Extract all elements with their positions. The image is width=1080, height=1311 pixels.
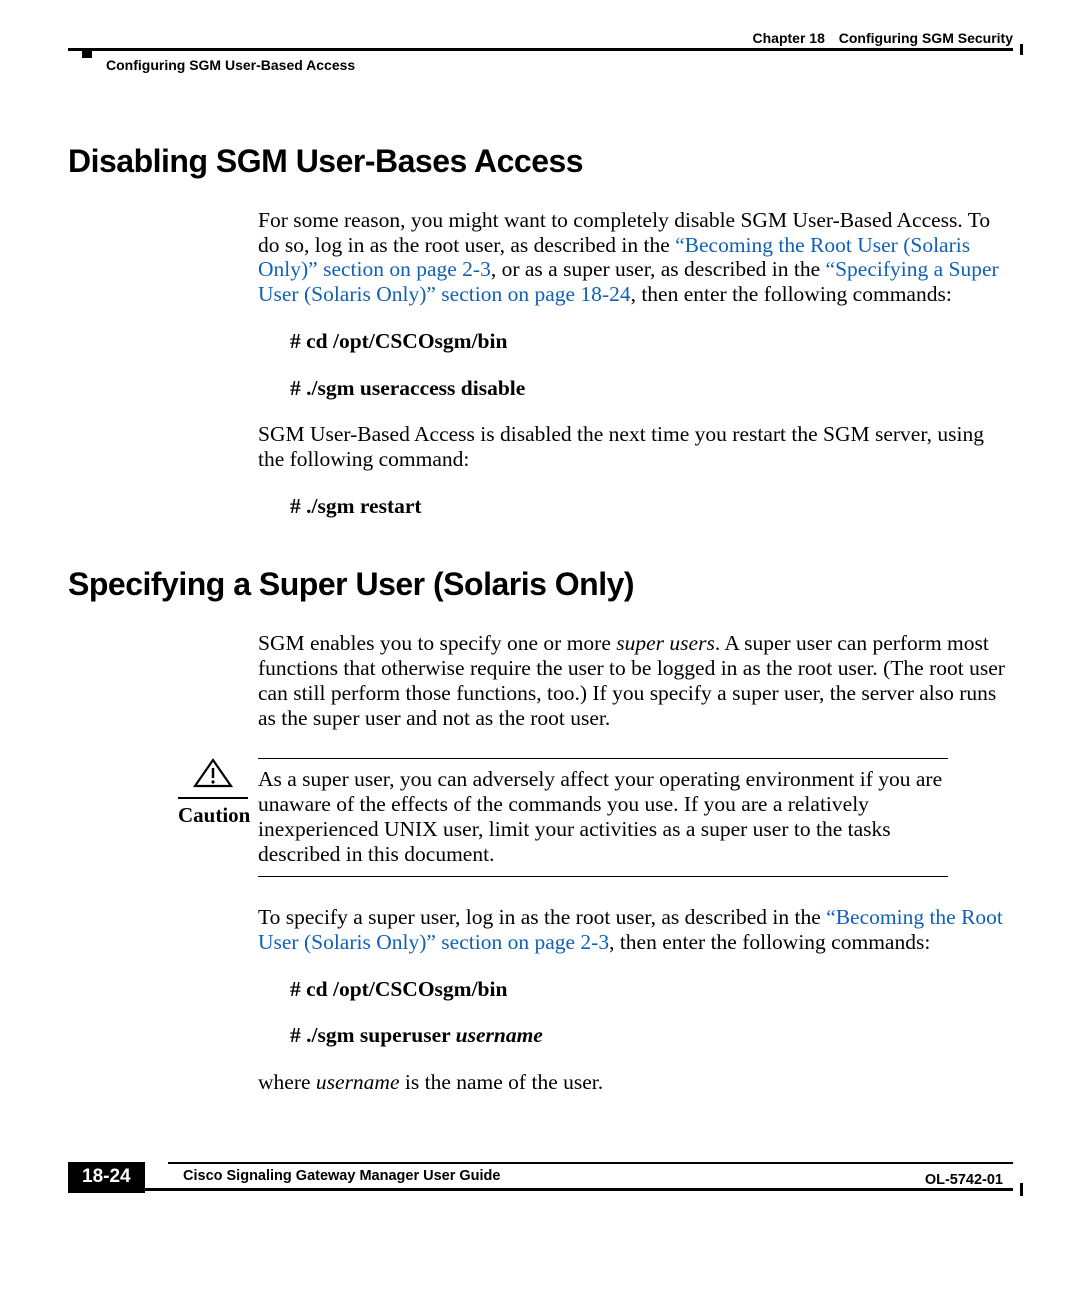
header-section-title: Configuring SGM User-Based Access (106, 57, 1013, 73)
section2-para3: where username is the name of the user. (258, 1070, 1013, 1095)
cmd-sgm-superuser: # ./sgm superuser username (290, 1023, 1013, 1048)
header-marker-right (1020, 44, 1023, 55)
chapter-title: Configuring SGM Security (839, 30, 1013, 46)
chapter-label: Chapter 18 (753, 30, 825, 46)
section1-heading: Disabling SGM User-Bases Access (68, 143, 1013, 180)
footer-rule-bottom: 18-24 OL-5742-01 (68, 1188, 1013, 1191)
caution-label: Caution (178, 803, 248, 828)
cmd-useraccess-disable: # ./sgm useraccess disable (290, 376, 1013, 401)
cmd-cd-bin-2: # cd /opt/CSCOsgm/bin (290, 977, 1013, 1002)
footer-guide-title: Cisco Signaling Gateway Manager User Gui… (183, 1168, 1013, 1184)
footer-rule-top (168, 1162, 1013, 1164)
caution-rule-top (258, 758, 948, 759)
cmd-sgm-restart: # ./sgm restart (290, 494, 1013, 519)
header-rule (68, 48, 1013, 51)
section1-para2: SGM User-Based Access is disabled the ne… (258, 422, 1013, 471)
warning-icon (178, 758, 248, 795)
section2-para2: To specify a super user, log in as the r… (258, 905, 1013, 954)
section2-heading: Specifying a Super User (Solaris Only) (68, 566, 1013, 603)
footer-marker-right (1020, 1183, 1023, 1196)
caution-rule-bottom (258, 876, 948, 877)
doc-number: OL-5742-01 (925, 1172, 1003, 1188)
section1-para1: For some reason, you might want to compl… (258, 208, 1013, 307)
cmd-cd-bin-1: # cd /opt/CSCOsgm/bin (290, 329, 1013, 354)
page-footer: Cisco Signaling Gateway Manager User Gui… (68, 1162, 1013, 1191)
caution-block: Caution As a super user, you can adverse… (68, 758, 1013, 877)
section2-para1: SGM enables you to specify one or more s… (258, 631, 1013, 730)
caution-text: As a super user, you can adversely affec… (258, 767, 948, 866)
page-number: 18-24 (68, 1162, 145, 1193)
running-header: Chapter 18 Configuring SGM Security (68, 30, 1013, 46)
header-marker-left (82, 48, 92, 58)
